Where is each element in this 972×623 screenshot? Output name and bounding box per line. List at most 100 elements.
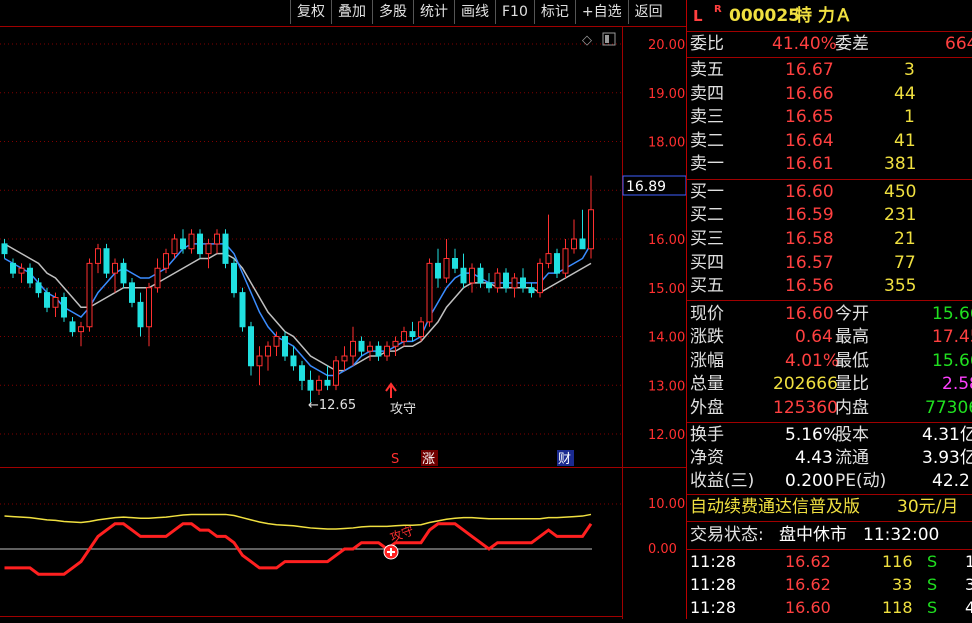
candle-body [180,238,186,250]
bid-row-2[interactable]: 买二 16.59 231 [687,204,972,228]
indicator-tick-0: 0.00 [648,542,677,557]
candle-body [494,272,501,289]
candle-body [214,233,220,245]
candle-body [239,292,246,328]
candle-body [154,267,161,289]
candle-body [78,326,84,333]
ad-banner[interactable]: 自动续费通达信普及版 30元/月 [687,496,972,520]
multi-stock-button[interactable]: 多股 [372,0,413,24]
candle-body [35,282,42,294]
ask-row-3[interactable]: 卖三 16.65 1 [687,106,972,130]
candle-body [528,287,535,294]
chart-area[interactable]: 20.0019.0018.0017.0016.0015.0014.0013.00… [0,0,687,619]
candle-body [256,355,263,367]
marker-s[interactable]: S [391,452,399,467]
candle-body [61,297,67,318]
bid-row-5[interactable]: 买五 16.56 355 [687,275,972,299]
ask-row-4[interactable]: 卖四 16.66 44 [687,83,972,107]
candle-body [307,379,314,391]
stat-row-pct: 涨幅4.01%最低15.66 [690,351,972,371]
candle-body [579,238,586,250]
header-letter-l: L [693,7,703,25]
candle-body [231,262,237,294]
candles[interactable] [1,175,594,403]
weicha-value: 664 [945,34,972,54]
signal-arrow-icon [385,382,397,398]
candle-body [477,267,484,284]
candle-body [443,258,450,279]
candle-body [273,336,280,347]
price-tick-label: 16.00 [648,233,685,248]
candle-body [137,301,144,328]
f10-button[interactable]: F10 [495,0,534,24]
fuquan-button[interactable]: 复权 [290,0,331,24]
candle-body [426,262,433,323]
bid-row-1[interactable]: 买一 16.60 450 [687,181,972,205]
candle-body [163,253,169,269]
candle-body [562,248,569,274]
candle-body [452,258,458,269]
stock-code[interactable]: 000025 [729,3,800,29]
price-tick-label: 15.00 [648,282,685,297]
ask-row-2[interactable]: 卖二 16.64 41 [687,130,972,154]
candle-body [197,233,203,255]
stat-row-price: 现价16.60今开15.66 [690,304,972,324]
candle-body [401,331,407,342]
panel-toggle-inner [605,35,609,43]
candle-body [367,345,373,352]
candle-body [290,355,297,367]
candle-body [316,379,322,391]
candle-body [69,321,76,333]
candle-body [511,277,518,289]
candle-body [120,262,127,284]
candle-body [10,262,16,274]
overlay-button[interactable]: 叠加 [331,0,372,24]
diamond-icon[interactable]: ◇ [582,33,592,48]
tick-row[interactable]: 11:2816.6233S3 [687,573,972,597]
tick-row[interactable]: 11:2816.60118S4 [687,596,972,619]
candle-body [418,321,424,337]
candle-body [537,262,543,294]
stats-button[interactable]: 统计 [413,0,454,24]
candle-body [554,253,560,274]
candle-body [18,267,25,274]
candle-body [299,365,305,381]
mark-button[interactable]: 标记 [533,0,575,24]
candle-body [1,243,8,255]
marker-zhang[interactable]: 涨 [422,452,435,467]
price-axis: 20.0019.0018.0017.0016.0015.0014.0013.00… [648,38,685,443]
candle-body [95,248,101,264]
candle-body [129,282,135,303]
bid-row-3[interactable]: 买三 16.58 21 [687,228,972,252]
candle-body [44,292,50,308]
stat-row-change: 涨跌0.64最高17.45 [690,327,972,347]
price-tick-label: 19.00 [648,87,685,102]
candle-body [27,267,33,284]
candle-body [520,277,526,289]
quote-panel: L R 000025 特 力Ａ 委比 41.40% 委差 664 卖五16.67… [686,0,972,619]
tick-row[interactable]: 11:2816.62116S1 [687,550,972,574]
stock-name[interactable]: 特 力Ａ [795,3,852,29]
candle-body [282,336,288,357]
ask-row-5[interactable]: 卖五 16.67 3 [687,59,972,83]
indicator-yellow-line [4,513,592,530]
candle-body [188,233,195,250]
candle-body [384,345,390,357]
draw-line-button[interactable]: 画线 [454,0,495,24]
bid-row-4[interactable]: 买四 16.57 77 [687,252,972,276]
weibi-value: 41.40% [772,34,837,54]
back-button[interactable]: 返回 [627,0,669,24]
candle-body [324,379,331,386]
candle-body [341,355,348,362]
ask-row-1[interactable]: 卖一 16.61 381 [687,153,972,177]
candle-body [409,331,416,337]
kline-chart[interactable]: 20.0019.0018.0017.0016.0015.0014.0013.00… [0,0,687,619]
add-watchlist-button[interactable]: +自选 [574,0,628,24]
fund-row-eps: 收益(三) 0.200 PE(动) 42.2 [690,471,970,491]
marker-cai[interactable]: 财 [558,452,571,467]
candle-body [248,326,254,367]
toolbar: 复权 叠加 多股 统计 画线 F10 标记 +自选 返回 [290,0,669,26]
candle-body [435,262,441,279]
candle-body [86,262,93,328]
low-price-annotation: ←12.65 [308,398,356,413]
